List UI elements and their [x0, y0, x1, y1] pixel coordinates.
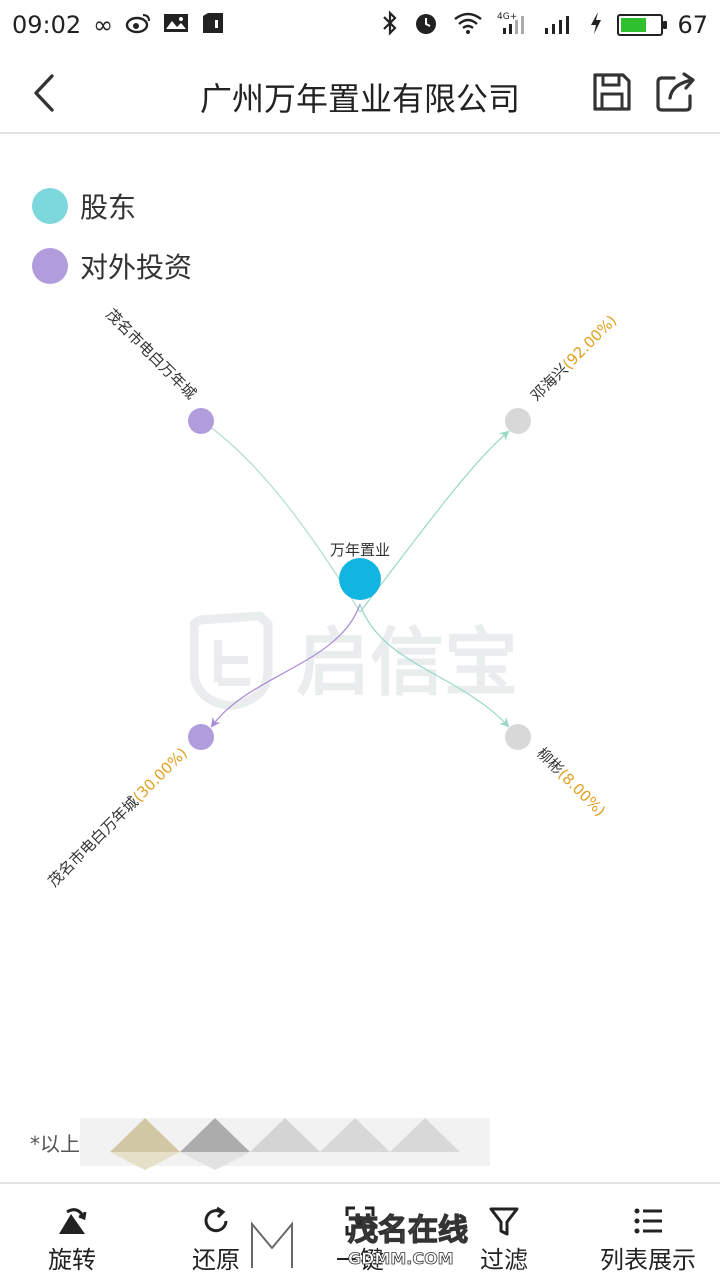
node-label-investment-top: 茂名市电白万年城 — [102, 305, 200, 403]
svg-text:4G+: 4G+ — [497, 12, 517, 22]
filter-label: 过滤 — [480, 1246, 528, 1274]
status-time: 09:02 — [12, 11, 82, 39]
reset-button[interactable]: 还原 — [156, 1192, 276, 1278]
back-button[interactable] — [26, 70, 66, 116]
rotate-button[interactable]: 旋转 — [12, 1192, 132, 1278]
charging-icon — [589, 11, 603, 39]
edge-from-shareholder-bottom — [359, 603, 510, 728]
sim-icon — [201, 12, 225, 38]
save-icon — [593, 73, 631, 111]
list-view-label: 列表展示 — [600, 1246, 696, 1274]
one-key-button[interactable]: 一键 — [300, 1192, 420, 1278]
bottom-toolbar: 旋转 还原 一键 过滤 列表展示 — [0, 1182, 720, 1280]
focus-icon — [345, 1206, 375, 1236]
status-bar: 09:02 ∞ 4G+ 67 — [0, 0, 720, 50]
graph-node-center[interactable] — [339, 558, 381, 600]
graph-node-shareholder-bottom[interactable] — [505, 724, 531, 750]
list-view-button[interactable]: 列表展示 — [588, 1192, 708, 1278]
node-label-shareholder-top: 邓海兴(92.00%) — [527, 312, 620, 405]
node-label-investment-bottom: 茂名市电白万年城(30.00%) — [45, 744, 191, 890]
signal-4g-icon: 4G+ — [497, 10, 529, 40]
graph-node-investment-top[interactable] — [188, 408, 214, 434]
center-node-label: 万年置业 — [330, 541, 390, 559]
filter-icon — [489, 1207, 519, 1236]
signal-icon — [543, 10, 575, 40]
one-key-label: 一键 — [336, 1246, 384, 1274]
share-icon — [656, 72, 695, 112]
page-title: 广州万年置业有限公司 — [199, 80, 520, 118]
edge-to-investment-top — [201, 420, 361, 613]
app-header: 广州万年置业有限公司 — [0, 52, 720, 134]
filter-button[interactable]: 过滤 — [444, 1192, 564, 1278]
alarm-icon — [413, 10, 439, 40]
obscured-footnote-overlay — [80, 1118, 490, 1170]
weibo-icon — [125, 12, 151, 38]
battery-icon — [617, 14, 668, 36]
list-icon — [634, 1208, 662, 1234]
infinity-icon: ∞ — [93, 11, 114, 39]
edge-to-investment-bottom — [210, 603, 361, 728]
chevron-left-icon — [34, 74, 54, 112]
refresh-icon — [204, 1206, 228, 1233]
edge-from-shareholder-top — [359, 430, 510, 613]
graph-node-shareholder-top[interactable] — [505, 408, 531, 434]
footnote-text: *以上 — [30, 1132, 80, 1156]
bluetooth-icon — [381, 10, 399, 40]
wifi-icon — [453, 11, 483, 39]
save-button[interactable] — [590, 70, 634, 114]
equity-graph[interactable]: 万年置业 茂名市电白万年城 邓海兴(92.00%) 茂名市电白万年城(30.00… — [0, 134, 720, 1114]
rotate-icon — [59, 1208, 87, 1234]
node-label-shareholder-bottom: 柳彬(8.00%) — [533, 744, 609, 820]
battery-percent: 67 — [677, 11, 708, 39]
image-icon — [163, 12, 189, 38]
share-button[interactable] — [654, 70, 698, 114]
graph-node-investment-bottom[interactable] — [188, 724, 214, 750]
rotate-label: 旋转 — [48, 1246, 96, 1274]
reset-label: 还原 — [192, 1246, 240, 1274]
